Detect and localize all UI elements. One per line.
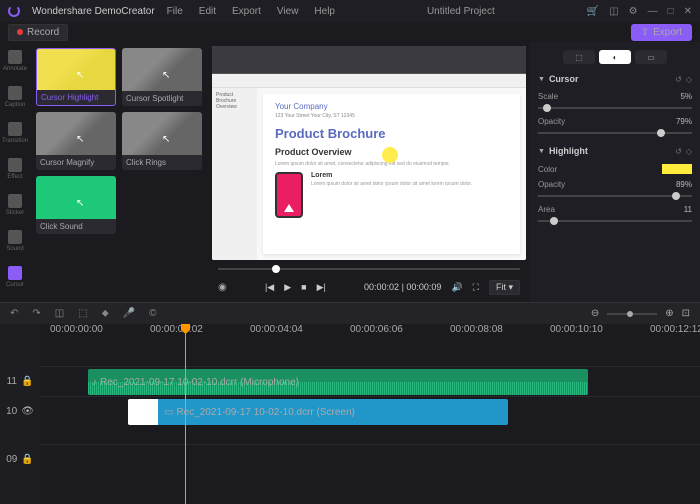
fit-timeline-icon[interactable]: ⊡: [682, 308, 690, 319]
play-button[interactable]: ▶: [284, 282, 291, 293]
thumb-cursor-spotlight[interactable]: ↖Cursor Spotlight: [122, 48, 202, 106]
split-icon[interactable]: ◫: [55, 308, 64, 319]
tab-1[interactable]: ⬚: [563, 50, 595, 64]
screen-icon: ▭: [164, 407, 173, 418]
sidebar-cursor[interactable]: Cursor: [5, 266, 25, 288]
doc-company: Your Company: [275, 102, 508, 111]
title-bar: Wondershare DemoCreator File Edit Export…: [0, 0, 700, 22]
user-icon[interactable]: ◫: [609, 6, 618, 17]
maximize-icon[interactable]: □: [668, 6, 674, 17]
eye-icon[interactable]: 👁: [21, 406, 34, 417]
doc-title: Product Brochure: [275, 126, 508, 141]
scale-slider[interactable]: [538, 107, 692, 109]
timeline-ruler[interactable]: 00:00:00:00 00:00:02:02 00:00:04:04 00:0…: [40, 324, 700, 342]
timeline-toolbar: ↶ ↷ ◫ ⬚ ⬥ 🎤 © ⊖ ⊕ ⊡: [0, 302, 700, 324]
effects-panel: ↖Cursor Highlight ↖Cursor Spotlight ↖Cur…: [30, 42, 208, 302]
app-name: Wondershare DemoCreator: [32, 6, 155, 17]
mic-icon[interactable]: 🎤: [123, 308, 135, 319]
sidebar-effect[interactable]: Effect: [5, 158, 25, 180]
area-slider[interactable]: [538, 220, 692, 222]
zoom-out-icon[interactable]: ⊖: [591, 308, 599, 319]
menu-file[interactable]: File: [167, 6, 183, 17]
preview-canvas[interactable]: Product BrochureOverview Your Company 12…: [212, 46, 526, 260]
tab-2[interactable]: ◐: [599, 50, 631, 64]
fullscreen-icon[interactable]: ⛶: [473, 282, 479, 293]
section-highlight[interactable]: Highlight: [549, 146, 671, 156]
snapshot-icon[interactable]: ◉: [218, 282, 227, 293]
color-swatch[interactable]: [662, 164, 692, 174]
keyframe-icon[interactable]: ◇: [686, 147, 692, 156]
cursor-opacity-slider[interactable]: [538, 132, 692, 134]
cursor-highlight-overlay: [382, 147, 398, 163]
menu-view[interactable]: View: [277, 6, 299, 17]
tab-3[interactable]: ▭: [635, 50, 667, 64]
thumb-click-sound[interactable]: ↖Click Sound: [36, 176, 116, 234]
stop-button[interactable]: ■: [301, 282, 306, 292]
thumb-click-rings[interactable]: ↖Click Rings: [122, 112, 202, 170]
zoom-slider[interactable]: [607, 313, 657, 315]
undo-icon[interactable]: ↶: [10, 308, 18, 319]
reset-icon[interactable]: ↺: [675, 147, 682, 156]
thumb-cursor-highlight[interactable]: ↖Cursor Highlight: [36, 48, 116, 106]
minimize-icon[interactable]: —: [648, 6, 658, 17]
export-button[interactable]: ⇪ Export: [631, 24, 692, 41]
redo-icon[interactable]: ↷: [32, 308, 40, 319]
zoom-in-icon[interactable]: ⊕: [665, 308, 673, 319]
prev-button[interactable]: |◀: [265, 282, 274, 293]
record-button[interactable]: Record: [8, 24, 68, 41]
fit-select[interactable]: Fit ▾: [489, 280, 520, 295]
settings-icon[interactable]: ⚙: [629, 6, 638, 17]
reset-icon[interactable]: ↺: [675, 75, 682, 84]
crop-icon[interactable]: ⬚: [78, 308, 87, 319]
phone-image: [275, 172, 303, 218]
properties-panel: ⬚ ◐ ▭ ▼Cursor↺◇ Scale5% Opacity79% ▼High…: [530, 42, 700, 302]
toolbar: Record ⇪ Export: [0, 22, 700, 42]
app-logo-icon: [8, 5, 20, 17]
menu-help[interactable]: Help: [314, 6, 335, 17]
lock-icon[interactable]: 🔒: [21, 376, 33, 387]
timecode: 00:00:02 | 00:00:09: [364, 282, 441, 292]
main-menu: File Edit Export View Help: [167, 6, 335, 17]
sidebar-sticker[interactable]: Sticker: [5, 194, 25, 216]
export-icon: ⇪: [641, 27, 649, 38]
copyright-icon[interactable]: ©: [149, 308, 156, 319]
track-11[interactable]: 11🔒 ♪Rec_2021-09-17 10-02-10.dcrr (Micro…: [40, 366, 700, 396]
doc-meta: 123 Your Street Your City, ST 12345: [275, 113, 508, 120]
volume-icon[interactable]: 🔊: [451, 282, 462, 293]
playhead[interactable]: [185, 324, 186, 504]
sidebar-transition[interactable]: Transition: [5, 122, 25, 144]
keyframe-icon[interactable]: ◇: [686, 75, 692, 84]
scrub-bar[interactable]: [212, 262, 526, 276]
cart-icon[interactable]: 🛒: [587, 6, 599, 17]
audio-clip[interactable]: ♪Rec_2021-09-17 10-02-10.dcrr (Microphon…: [88, 369, 588, 395]
highlight-opacity-slider[interactable]: [538, 195, 692, 197]
next-button[interactable]: ▶|: [317, 282, 326, 293]
close-icon[interactable]: ✕: [684, 6, 692, 17]
timeline: 00:00:00:00 00:00:02:02 00:00:04:04 00:0…: [0, 324, 700, 504]
sidebar-caption[interactable]: Caption: [5, 86, 25, 108]
preview-area: Product BrochureOverview Your Company 12…: [208, 42, 530, 302]
lock-icon[interactable]: 🔒: [21, 454, 33, 465]
sidebar-annotate[interactable]: Annotate: [5, 50, 25, 72]
audio-icon: ♪: [92, 377, 97, 388]
record-dot-icon: [17, 29, 23, 35]
sidebar: Annotate Caption Transition Effect Stick…: [0, 42, 30, 302]
track-09[interactable]: 09🔒: [40, 444, 700, 474]
menu-export[interactable]: Export: [232, 6, 261, 17]
section-cursor[interactable]: Cursor: [549, 74, 671, 84]
sidebar-sound[interactable]: Sound: [5, 230, 25, 252]
track-10[interactable]: 10👁 ▭Rec_2021-09-17 10-02-10.dcrr (Scree…: [40, 396, 700, 426]
project-title: Untitled Project: [347, 6, 575, 17]
thumb-cursor-magnify[interactable]: ↖Cursor Magnify: [36, 112, 116, 170]
menu-edit[interactable]: Edit: [199, 6, 216, 17]
marker-icon[interactable]: ⬥: [102, 308, 109, 319]
